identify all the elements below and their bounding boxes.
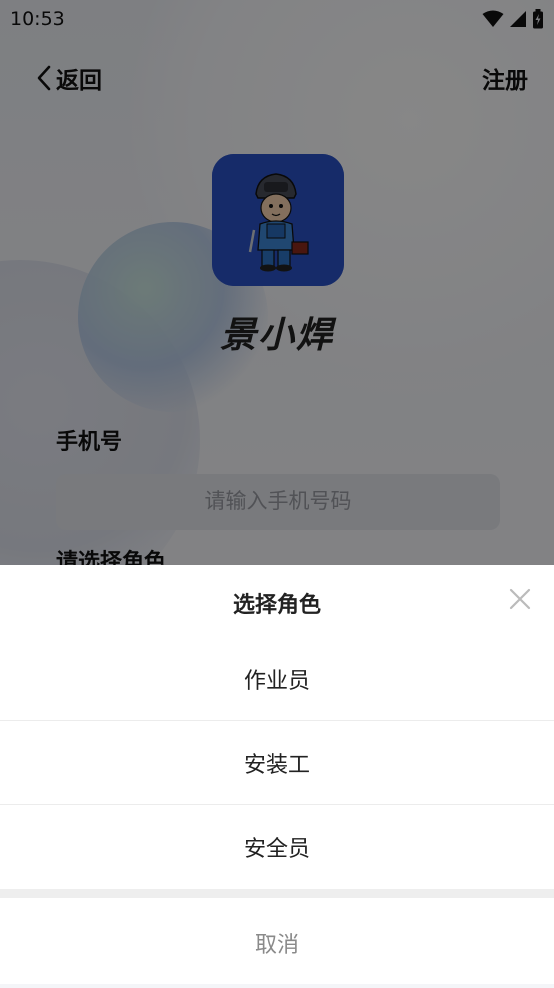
role-option-operator[interactable]: 作业员	[0, 637, 554, 721]
sheet-title: 选择角色	[232, 593, 321, 618]
role-picker-sheet: 选择角色 作业员 安装工 安全员 取消	[0, 565, 554, 984]
role-options: 作业员 安装工 安全员	[0, 637, 554, 889]
role-option-installer[interactable]: 安装工	[0, 721, 554, 805]
sheet-divider	[0, 889, 554, 898]
role-option-safety-officer[interactable]: 安全员	[0, 805, 554, 889]
close-icon[interactable]	[508, 587, 532, 611]
cancel-button[interactable]: 取消	[0, 898, 554, 988]
sheet-header: 选择角色	[0, 565, 554, 637]
